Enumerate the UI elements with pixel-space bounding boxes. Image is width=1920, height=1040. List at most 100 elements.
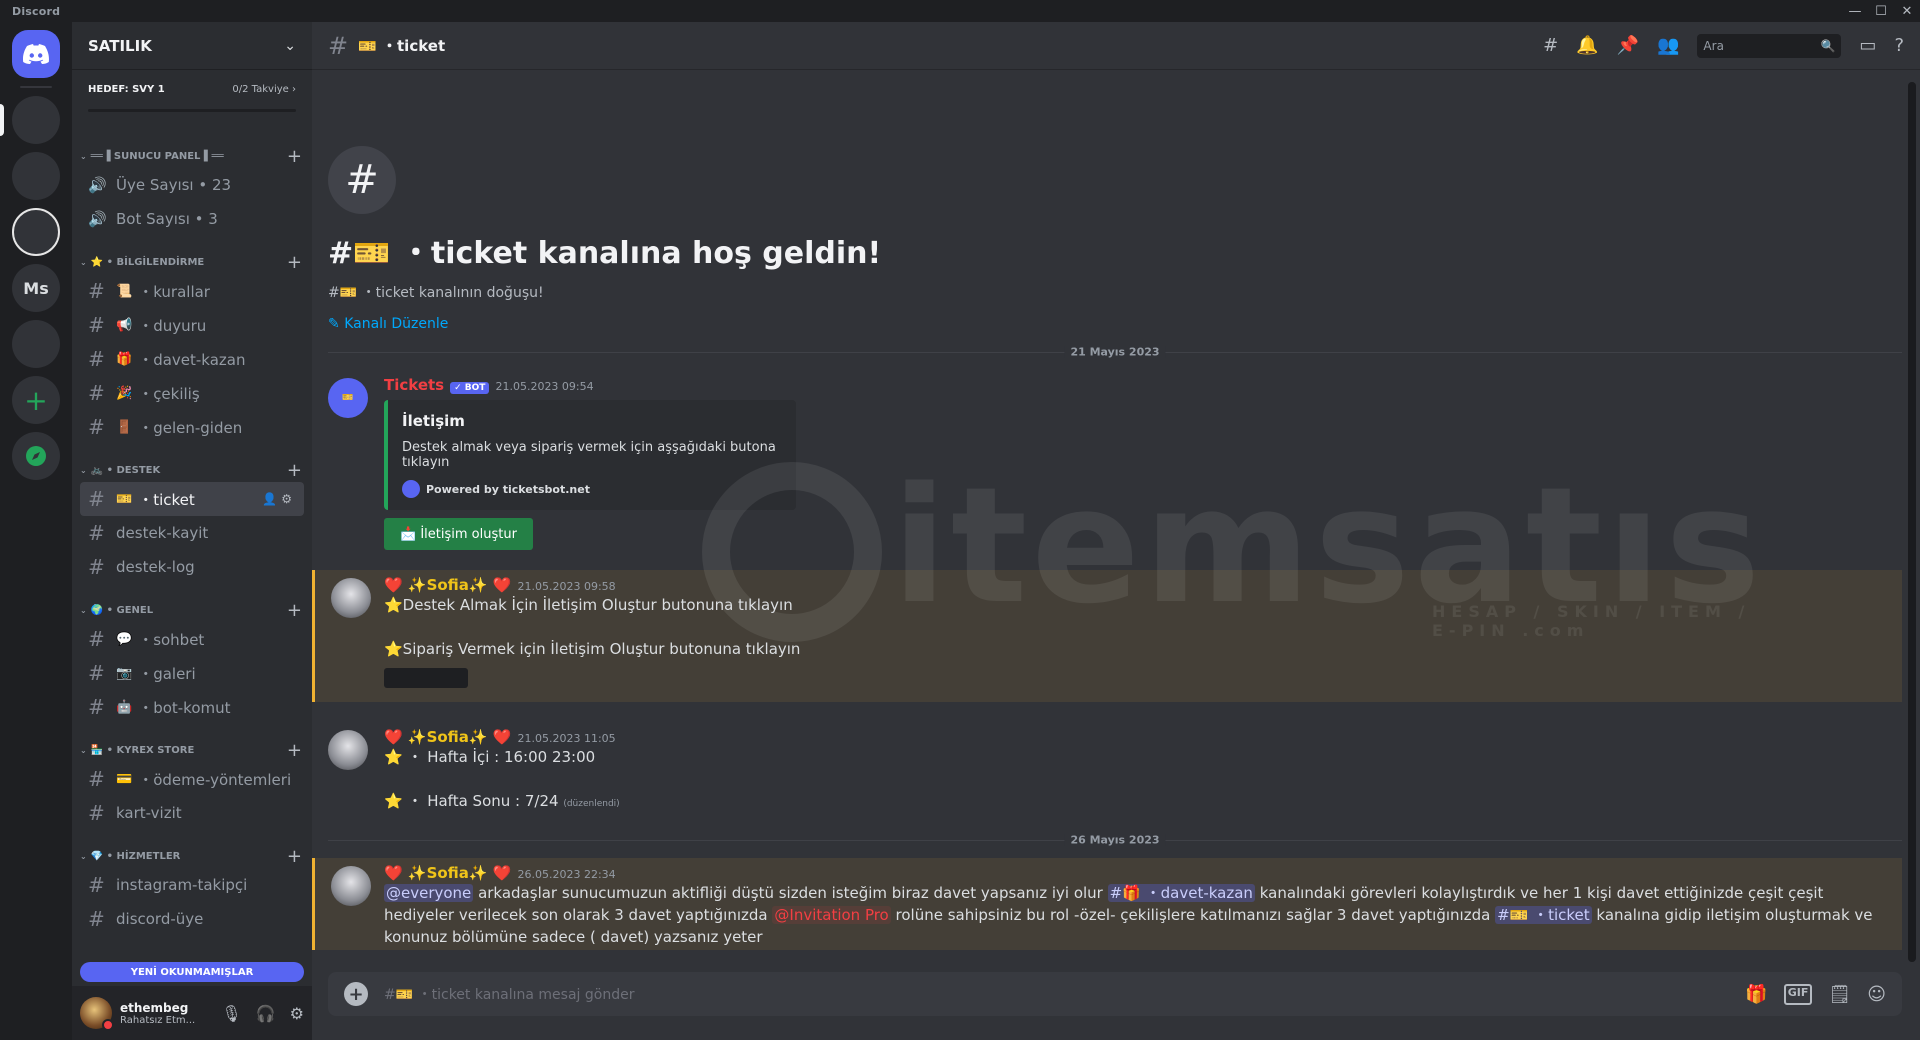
channel-text[interactable]: # 🚪 ・gelen-giden — [80, 410, 304, 444]
channel-text[interactable]: # destek-log — [80, 550, 304, 584]
channel-emoji: 📜 — [116, 283, 133, 299]
boost-goal[interactable]: HEDEF: SVY 1 0/2 Takviye › — [72, 70, 312, 130]
add-attachment-button[interactable]: + — [344, 982, 368, 1006]
channel-text[interactable]: # discord-üye — [80, 902, 304, 936]
maximize-button[interactable]: ☐ — [1868, 4, 1894, 19]
guild-header[interactable]: SATILIK ⌄ — [72, 22, 312, 70]
create-channel-button[interactable]: + — [287, 146, 302, 167]
channel-text[interactable]: # 📢 ・duyuru — [80, 308, 304, 342]
role-mention[interactable]: @Invitation Pro — [772, 906, 891, 924]
close-button[interactable]: ✕ — [1894, 4, 1920, 19]
explore-servers-button[interactable] — [12, 432, 60, 480]
gear-icon[interactable]: ⚙ — [290, 1004, 304, 1023]
threads-icon[interactable]: # — [1543, 35, 1558, 56]
scrollbar-thumb[interactable] — [1908, 82, 1916, 962]
channel-text[interactable]: # 🎉 ・çekiliş — [80, 376, 304, 410]
guild-name: SATILIK — [88, 36, 152, 55]
server-avatar-4[interactable] — [12, 320, 60, 368]
invite-icon[interactable]: 👤 — [262, 492, 281, 506]
bell-icon[interactable]: 🔔 — [1576, 35, 1598, 56]
category-name: 💎 • HİZMETLER — [90, 850, 181, 862]
home-button[interactable] — [12, 30, 60, 78]
channel-text[interactable]: # 🎫 ・ticket 👤⚙ — [80, 482, 304, 516]
user-info[interactable]: ethembeg Rahatsız Etm... — [120, 1001, 195, 1026]
user-avatar[interactable] — [331, 578, 371, 618]
user-avatar[interactable] — [80, 997, 114, 1031]
message-author[interactable]: ❤️ ✨Sofia✨ ❤️ — [384, 864, 512, 882]
channel-label: ・ticket — [138, 490, 195, 509]
server-avatar-1[interactable] — [0, 96, 60, 144]
embed-footer: Powered by ticketsbot.net — [402, 480, 782, 498]
channel-category[interactable]: ⌄ ══▐ SUNUCU PANEL ▌══ + — [72, 144, 312, 168]
scrollbar[interactable] — [1908, 82, 1916, 962]
message-author[interactable]: ❤️ ✨Sofia✨ ❤️ — [384, 728, 512, 746]
hash-icon: # — [88, 313, 105, 337]
user-avatar[interactable] — [328, 730, 368, 770]
create-channel-button[interactable]: + — [287, 460, 302, 481]
search-input[interactable]: Ara 🔍 — [1697, 33, 1842, 58]
chevron-down-icon: ⌄ — [80, 257, 87, 267]
channel-category[interactable]: ⌄ 🚲 • DESTEK + — [72, 458, 312, 482]
channel-list: ⌄ ══▐ SUNUCU PANEL ▌══ + 🔊 Üye Sayısı • 23 🔊 B… — [72, 144, 312, 936]
channel-text[interactable]: # instagram-takipçi — [80, 868, 304, 902]
help-icon[interactable]: ? — [1894, 35, 1904, 56]
channel-text[interactable]: # 📷 ・galeri — [80, 656, 304, 690]
microphone-icon[interactable]: 🎙 — [221, 1004, 241, 1023]
channel-text[interactable]: # 💳 ・ödeme-yöntemleri — [80, 762, 304, 796]
category-name: ⭐ • BİLGİLENDİRME — [90, 256, 205, 268]
minimize-button[interactable]: — — [1842, 4, 1868, 19]
inbox-icon[interactable]: ▭ — [1859, 35, 1876, 56]
gear-icon[interactable]: ⚙ — [281, 492, 296, 506]
message-author[interactable]: ❤️ ✨Sofia✨ ❤️ — [384, 576, 512, 594]
channel-text[interactable]: # destek-kayit — [80, 516, 304, 550]
create-channel-button[interactable]: + — [287, 600, 302, 621]
channel-category[interactable]: ⌄ ⭐ • BİLGİLENDİRME + — [72, 250, 312, 274]
channel-mention[interactable]: #🎁 ・davet-kazan — [1107, 884, 1255, 902]
server-avatar-3[interactable] — [12, 208, 60, 256]
channel-mention[interactable]: #🎫 ・ticket — [1495, 906, 1592, 924]
members-icon[interactable]: 👥 — [1657, 35, 1679, 56]
message: ❤️ ✨Sofia✨ ❤️ 21.05.2023 09:58 ⭐Destek A… — [312, 570, 1902, 702]
channel-text[interactable]: # 📜 ・kurallar — [80, 274, 304, 308]
channel-title: 🎫 ・ticket — [358, 37, 446, 55]
pin-icon[interactable]: 📌 — [1617, 35, 1639, 56]
hash-icon: # — [88, 801, 105, 825]
channel-text[interactable]: # 🤖 ・bot-komut — [80, 690, 304, 724]
channel-sidebar: SATILIK ⌄ HEDEF: SVY 1 0/2 Takviye › ⌄ ══… — [72, 22, 312, 1040]
spoiler-block[interactable] — [384, 668, 468, 688]
channel-label: ・ödeme-yöntemleri — [138, 770, 292, 789]
channel-text[interactable]: # kart-vizit — [80, 796, 304, 830]
message: ❤️ ✨Sofia✨ ❤️ 26.05.2023 22:34 @everyone… — [312, 858, 1902, 950]
channel-text[interactable]: # 🎁 ・davet-kazan — [80, 342, 304, 376]
channel-category[interactable]: ⌄ 🏪 • KYREX STORE + — [72, 738, 312, 762]
bot-avatar[interactable]: 🎫 — [328, 378, 368, 418]
user-avatar[interactable] — [331, 866, 371, 906]
everyone-mention[interactable]: @everyone — [384, 884, 474, 902]
create-contact-button[interactable]: 📩 İletişim oluştur — [384, 518, 533, 550]
gif-button[interactable]: GIF — [1783, 983, 1813, 1005]
channel-category[interactable]: ⌄ 🌍 • GENEL + — [72, 598, 312, 622]
create-channel-button[interactable]: + — [287, 846, 302, 867]
add-server-button[interactable]: + — [12, 376, 60, 424]
server-avatar-2[interactable] — [12, 152, 60, 200]
new-unreads-pill[interactable]: YENİ OKUNMAMIŞLAR — [80, 962, 304, 982]
channel-text[interactable]: # 💬 ・sohbet — [80, 622, 304, 656]
emoji-icon[interactable]: ☺ — [1867, 984, 1886, 1005]
create-channel-button[interactable]: + — [287, 740, 302, 761]
edit-channel-link[interactable]: ✎ Kanalı Düzenle — [328, 316, 881, 332]
channel-category[interactable]: ⌄ 💎 • HİZMETLER + — [72, 844, 312, 868]
channel-emoji: 🚪 — [116, 419, 133, 435]
sticker-icon[interactable]: 🗒 — [1828, 984, 1851, 1005]
channel-voice[interactable]: 🔊 Bot Sayısı • 3 — [80, 202, 304, 236]
bot-badge: ✓ BOT — [450, 382, 490, 394]
server-ms[interactable]: Ms — [12, 264, 60, 312]
message-author[interactable]: Tickets — [384, 376, 444, 394]
headphones-icon[interactable]: 🎧 — [256, 1004, 276, 1023]
channel-emoji: 🎁 — [116, 351, 133, 367]
channel-actions[interactable]: 👤⚙ — [262, 492, 296, 506]
message-composer[interactable]: + #🎫 ・ticket kanalına mesaj gönder 🎁 GIF… — [328, 972, 1902, 1016]
channel-voice[interactable]: 🔊 Üye Sayısı • 23 — [80, 168, 304, 202]
gift-icon[interactable]: 🎁 — [1745, 984, 1767, 1005]
create-channel-button[interactable]: + — [287, 252, 302, 273]
window-controls: — ☐ ✕ — [1842, 4, 1920, 19]
